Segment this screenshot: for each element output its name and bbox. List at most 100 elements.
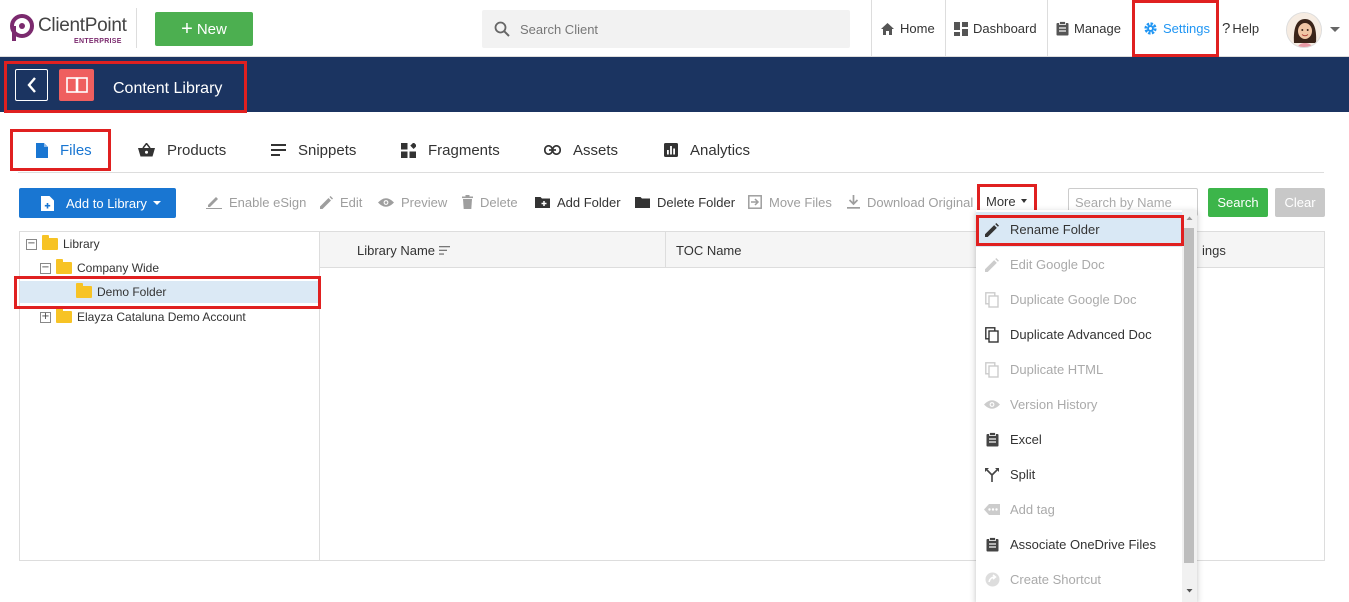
menu-item-duplicate-advanced-doc[interactable]: Duplicate Advanced Doc (976, 317, 1182, 352)
folder-add-icon (535, 197, 550, 208)
menu-item-version-history[interactable]: Version History (976, 387, 1182, 422)
nav-settings-label: Settings (1163, 21, 1210, 36)
user-avatar-icon (1287, 13, 1321, 47)
menu-item-label: Rename Folder (1010, 222, 1100, 237)
logo-subtext: ENTERPRISE (74, 38, 122, 45)
tab-fragments[interactable]: Fragments (401, 130, 500, 170)
col-settings-label: ings (1202, 242, 1226, 258)
scroll-down-arrow-icon[interactable] (1182, 586, 1197, 596)
menu-item-rename-folder[interactable]: Rename Folder (976, 212, 1182, 247)
question-icon: ? (1222, 20, 1231, 37)
tree-item-demo-folder[interactable]: Demo Folder (20, 281, 318, 303)
file-icon (36, 142, 48, 158)
folder-icon (42, 235, 58, 250)
tree-item-elayza[interactable]: + Elayza Cataluna Demo Account (40, 306, 246, 328)
add-folder-button[interactable]: Add Folder (535, 188, 621, 216)
tab-assets-label: Assets (573, 141, 619, 159)
menu-item-duplicate-google-doc[interactable]: Duplicate Google Doc (976, 282, 1182, 317)
nav-home-label: Home (900, 21, 935, 36)
tree-item-company-wide[interactable]: − Company Wide (40, 257, 159, 279)
menu-item-label: Version History (1010, 397, 1098, 412)
delete-folder-label: Delete Folder (657, 194, 736, 210)
col-settings[interactable]: ings (1202, 232, 1226, 268)
fragments-icon (401, 142, 416, 158)
tab-snippets[interactable]: Snippets (271, 130, 356, 170)
nav-help-label: Help (1232, 21, 1260, 36)
scrollbar-thumb[interactable] (1184, 228, 1194, 563)
menu-item-split[interactable]: Split (976, 457, 1182, 492)
tree-item-label: Demo Folder (97, 285, 167, 299)
delete-button[interactable]: Delete (462, 188, 518, 216)
copy-icon (984, 291, 1000, 308)
tab-files[interactable]: Files (36, 130, 92, 170)
chevron-down-icon[interactable] (1330, 27, 1340, 32)
menu-item-label: Duplicate Google Doc (1010, 292, 1137, 307)
menu-item-label: Duplicate HTML (1010, 362, 1104, 377)
move-files-label: Move Files (769, 194, 832, 210)
avatar[interactable] (1286, 12, 1322, 48)
menu-item-add-tag[interactable]: Add tag (976, 492, 1182, 527)
nav-home[interactable]: Home (871, 0, 945, 57)
scroll-up-arrow-icon[interactable] (1182, 213, 1197, 223)
menu-item-excel[interactable]: Excel (976, 422, 1182, 457)
delete-folder-button[interactable]: Delete Folder (635, 188, 735, 216)
search-client-box (482, 10, 850, 48)
clientpoint-logo[interactable]: ClientPoint ENTERPRISE (8, 12, 130, 48)
folder-icon (56, 259, 72, 274)
menu-item-label: Add tag (1010, 502, 1055, 517)
move-files-button[interactable]: Move Files (748, 188, 832, 216)
signature-icon (206, 197, 222, 209)
nav-help[interactable]: ? Help (1216, 0, 1264, 57)
edit-button[interactable]: Edit (320, 188, 362, 216)
menu-item-edit-google-doc[interactable]: Edit Google Doc (976, 247, 1182, 282)
tab-analytics[interactable]: Analytics (664, 130, 750, 170)
tree-item-library[interactable]: − Library (26, 233, 100, 255)
logo-text: ClientPoint (38, 15, 127, 36)
chart-icon (664, 143, 678, 157)
more-dropdown-button[interactable]: More (981, 190, 1027, 212)
search-client-input[interactable] (520, 21, 820, 37)
nav-manage[interactable]: Manage (1047, 0, 1134, 57)
split-icon (984, 467, 1000, 483)
nav-settings[interactable]: Settings (1134, 0, 1216, 57)
menu-item-associate-onedrive[interactable]: Associate OneDrive Files (976, 527, 1182, 562)
chevron-left-icon (26, 77, 36, 93)
menu-item-create-shortcut[interactable]: Create Shortcut (976, 562, 1182, 597)
move-icon (748, 195, 762, 209)
collapse-toggle-icon[interactable]: − (26, 238, 37, 250)
menu-item-duplicate-html[interactable]: Duplicate HTML (976, 352, 1182, 387)
add-to-library-button[interactable]: Add to Library (19, 188, 176, 218)
expand-toggle-icon[interactable]: + (40, 311, 51, 323)
tab-assets[interactable]: Assets (544, 130, 618, 170)
preview-button[interactable]: Preview (378, 188, 447, 216)
search-button[interactable]: Search (1208, 188, 1268, 217)
link-icon (544, 145, 561, 155)
plus-icon: + (181, 18, 193, 40)
page-title: Content Library (113, 80, 223, 97)
search-icon (494, 21, 510, 37)
more-label: More (986, 193, 1016, 209)
menu-item-label: Create Shortcut (1010, 572, 1102, 587)
tab-analytics-label: Analytics (690, 141, 751, 159)
tree-item-label: Library (63, 237, 100, 251)
new-button[interactable]: + New (155, 12, 253, 46)
download-original-button[interactable]: Download Original (847, 188, 973, 216)
sort-icon[interactable] (439, 245, 451, 255)
content-tabs: Files Products Snippets Fragments Assets (18, 130, 1324, 173)
back-button[interactable] (15, 69, 48, 101)
gear-icon (1144, 22, 1157, 35)
nav-dashboard[interactable]: Dashboard (945, 0, 1047, 57)
shortcut-icon (984, 572, 1000, 588)
menu-item-label: Duplicate Advanced Doc (1010, 327, 1152, 342)
collapse-toggle-icon[interactable]: − (40, 262, 51, 274)
tab-products[interactable]: Products (138, 130, 226, 170)
col-toc-name[interactable]: TOC Name (676, 232, 742, 268)
tag-icon (984, 502, 1000, 518)
clear-button[interactable]: Clear (1275, 188, 1325, 217)
col-library-name-label: Library Name (357, 242, 436, 258)
enable-esign-button[interactable]: Enable eSign (206, 188, 306, 216)
clipboard-icon (984, 537, 1000, 553)
caret-down-icon (152, 201, 161, 205)
nav-dashboard-label: Dashboard (973, 21, 1037, 36)
col-library-name[interactable]: Library Name (357, 232, 451, 268)
